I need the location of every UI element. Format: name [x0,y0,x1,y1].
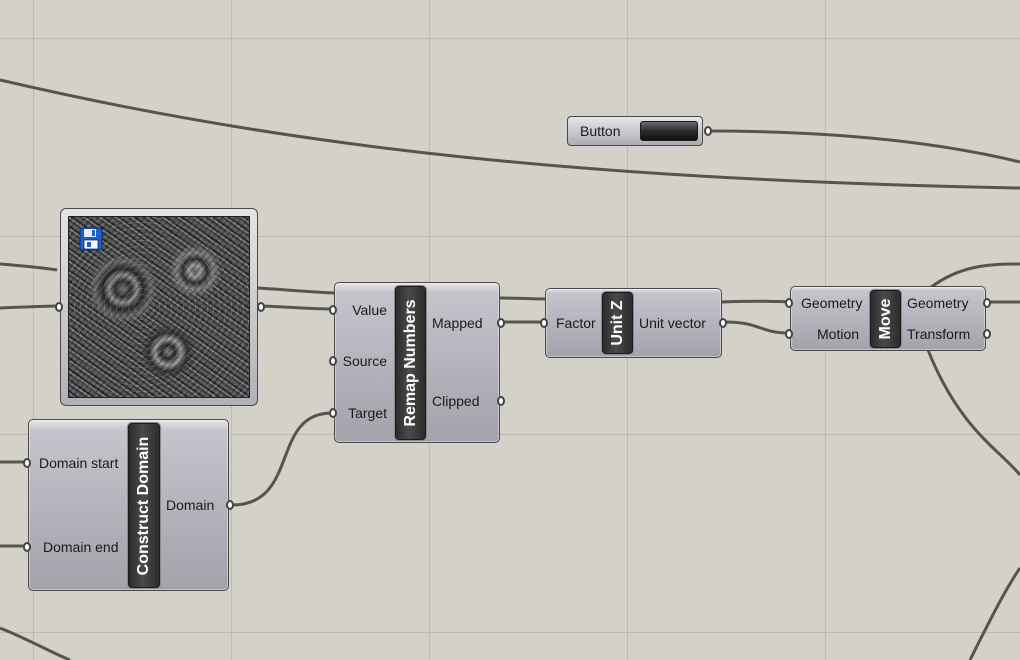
domain-output: Domain [166,497,215,513]
construct-domain-component[interactable]: Domain start Domain end Construct Domain… [23,419,234,591]
wire-remap-to-unitz [497,296,547,301]
remap-value-grip[interactable] [329,305,337,315]
move-geometry-in-grip[interactable] [785,298,793,308]
unitz-vector-grip[interactable] [719,318,727,328]
domain-input-end: Domain end [43,539,119,555]
move-title: Move [876,298,894,340]
button-face[interactable] [640,121,698,141]
unitz-output-vector: Unit vector [639,315,706,331]
button-param[interactable]: Button [567,116,712,146]
move-motion-grip[interactable] [785,329,793,339]
image-preview [68,216,250,398]
unitz-factor-grip[interactable] [540,318,548,328]
unitz-input-factor: Factor [556,315,596,331]
construct-domain-core[interactable]: Construct Domain [128,423,160,588]
move-output-transform: Transform [907,326,971,342]
wire-left-to-image [0,262,58,272]
wire-image-out-to-value [260,304,333,311]
wire-transform-out [926,349,1020,476]
wire-domain-to-target [231,411,333,507]
image-input-grip[interactable] [55,302,63,312]
wire-left-to-image-2 [0,304,58,310]
domain-start-grip[interactable] [23,458,31,468]
move-output-geometry: Geometry [907,295,969,311]
remap-input-target: Target [348,405,387,421]
domain-end-grip[interactable] [23,542,31,552]
image-sampler-panel[interactable] [55,208,265,406]
remap-numbers-component[interactable]: Value Source Target Remap Numbers Mapped… [329,282,505,443]
button-param-label: Button [580,123,621,139]
remap-target-grip[interactable] [329,408,337,418]
domain-input-start: Domain start [39,455,119,471]
wire-bottom-right [968,567,1020,660]
move-geometry-out-grip[interactable] [983,298,991,308]
wire-top-long [0,78,1020,190]
wire-image-to-value [257,286,335,295]
remap-numbers-title: Remap Numbers [401,299,419,427]
construct-domain-title: Construct Domain [135,436,152,575]
grasshopper-canvas[interactable]: Button Value Source Target Remap Numbers… [0,0,1020,660]
move-component[interactable]: Geometry Motion Move Geometry Transform [785,286,991,351]
wire-unitz-to-geometry [721,299,790,304]
unit-z-core[interactable]: Unit Z [602,292,633,354]
move-transform-grip[interactable] [983,329,991,339]
image-output-grip[interactable] [257,302,265,312]
save-icon[interactable] [79,227,103,251]
wire-move-out-top [929,262,1020,290]
remap-source-grip[interactable] [329,356,337,366]
unit-z-title: Unit Z [608,300,626,346]
wire-bottom-left [0,626,71,660]
button-output-grip[interactable] [704,126,712,136]
domain-output-grip[interactable] [226,500,234,510]
remap-input-value: Value [352,302,387,318]
remap-clipped-grip[interactable] [497,396,505,406]
remap-input-source: Source [342,353,387,369]
move-input-motion: Motion [817,326,860,342]
remap-mapped-grip[interactable] [497,318,505,328]
remap-output-clipped: Clipped [432,393,480,409]
move-core[interactable]: Move [870,290,901,348]
unit-z-component[interactable]: Factor Unit Z Unit vector [540,288,727,358]
remap-output-mapped: Mapped [432,315,483,331]
move-input-geometry: Geometry [801,295,863,311]
wire-unitvec-to-motion [724,320,790,335]
remap-numbers-core[interactable]: Remap Numbers [395,286,426,440]
wire-button-out [706,129,1020,164]
